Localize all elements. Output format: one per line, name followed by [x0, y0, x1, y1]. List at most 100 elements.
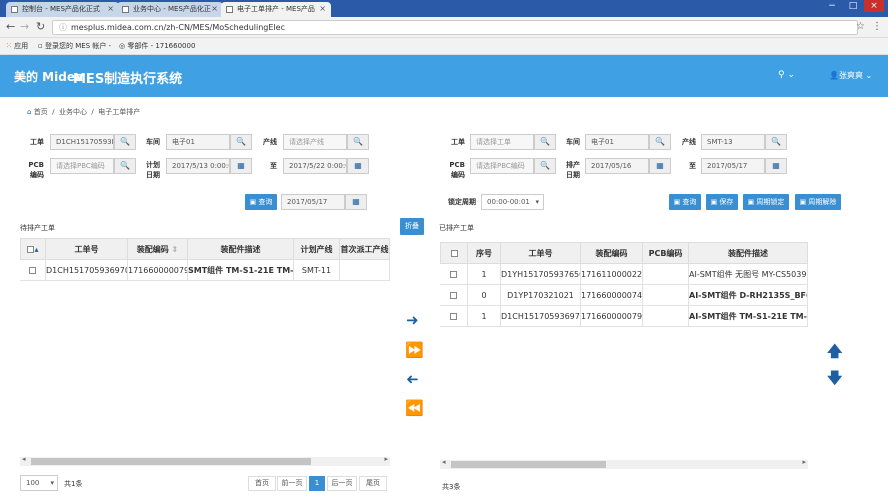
col-plan-line[interactable]: 计划产线	[294, 238, 340, 260]
reload-icon[interactable]: ↻	[36, 20, 45, 34]
calendar-icon[interactable]: ▦	[230, 158, 252, 174]
scroll-right-icon[interactable]: ▸	[802, 458, 806, 466]
url-input[interactable]: ⓘ mesplus.midea.com.cn/zh-CN/MES/MoSched…	[52, 20, 858, 35]
bookmark-login[interactable]: ▫ 登录您的 MES 帐户 -	[38, 41, 111, 51]
search-icon[interactable]: 🔍	[534, 134, 556, 150]
bookmark-star-icon[interactable]: ☆	[856, 20, 865, 34]
cell-seq: 0	[468, 285, 501, 306]
query-date-input[interactable]: 2017/05/17	[281, 194, 345, 210]
maximize-window-icon[interactable]: □	[843, 0, 863, 12]
pager-last[interactable]: 尾页	[359, 476, 387, 491]
calendar-icon[interactable]: ▦	[649, 158, 671, 174]
col-first-dispatch-line[interactable]: 首次派工产线	[340, 238, 390, 260]
breadcrumb-home[interactable]: 首页	[34, 108, 48, 116]
browser-tab-scheduling[interactable]: 电子工单排产 - MES产品 ×	[221, 2, 331, 17]
search-icon[interactable]: 🔍	[114, 158, 136, 174]
browser-tab-business[interactable]: 业务中心 - MES产品化正 ×	[117, 2, 223, 17]
pager-first[interactable]: 首页	[248, 476, 276, 491]
close-tab-icon[interactable]: ×	[319, 4, 326, 13]
period-lock-button[interactable]: ▣ 周期锁定	[743, 194, 789, 210]
row-checkbox[interactable]	[440, 306, 468, 327]
back-arrow-icon[interactable]: ←	[6, 20, 15, 34]
col-pcb-code[interactable]: PCB编码	[643, 242, 689, 264]
search-icon[interactable]: 🔍	[347, 134, 369, 150]
close-tab-icon[interactable]: ×	[211, 4, 218, 13]
right-workshop-label: 车间	[566, 138, 580, 146]
pager-next[interactable]: 后一页	[327, 476, 357, 491]
forward-arrow-icon[interactable]: →	[20, 20, 29, 34]
pager-current-page[interactable]: 1	[309, 476, 325, 491]
move-all-right-icon[interactable]: ⏩	[405, 343, 424, 358]
col-order-no[interactable]: 工单号	[46, 238, 128, 260]
col-assembly-desc[interactable]: 装配件描述	[689, 242, 808, 264]
right-order-input[interactable]: 请选择工单	[470, 134, 534, 150]
browser-tab-console[interactable]: 控制台 - MES产品化正式 ×	[6, 2, 119, 17]
right-pcb-input[interactable]: 请选择PBC编码	[470, 158, 534, 174]
calendar-icon[interactable]: ▦	[765, 158, 787, 174]
sched-date-to-input[interactable]: 2017/05/17	[701, 158, 765, 174]
location-pin-icon[interactable]: ⚲ ⌄	[778, 70, 795, 80]
scroll-right-icon[interactable]: ▸	[384, 455, 388, 463]
right-query-button[interactable]: ▣ 查询	[669, 194, 701, 210]
line-input[interactable]: 请选择产线	[283, 134, 347, 150]
bookmark-parts[interactable]: ◎ 零部件 - 171660000	[119, 41, 195, 51]
search-icon[interactable]: 🔍	[534, 158, 556, 174]
move-all-left-icon[interactable]: ⏪	[405, 401, 424, 416]
user-menu[interactable]: 👤张爽爽 ⌄	[829, 70, 872, 81]
plan-date-from-input[interactable]: 2017/5/13 0:00:0	[166, 158, 230, 174]
cell-assembly-code: 17166000007943	[128, 260, 188, 281]
search-icon: ▣	[673, 198, 681, 206]
col-assembly-code[interactable]: 装配编码	[581, 242, 643, 264]
pcb-input[interactable]: 请选择PBC编码	[50, 158, 114, 174]
order-input[interactable]: D1CH15170593E	[50, 134, 114, 150]
left-query-button[interactable]: ▣ 查询	[245, 194, 277, 210]
minimize-window-icon[interactable]: −	[822, 0, 842, 12]
scroll-left-icon[interactable]: ◂	[22, 455, 26, 463]
sched-date-from-input[interactable]: 2017/05/16	[585, 158, 649, 174]
right-line-input[interactable]: SMT-13	[701, 134, 765, 150]
move-right-icon[interactable]: ➜	[406, 313, 419, 328]
search-icon[interactable]: 🔍	[649, 134, 671, 150]
move-left-icon[interactable]: ➜	[406, 370, 419, 388]
search-icon[interactable]: 🔍	[765, 134, 787, 150]
save-button[interactable]: ▣ 保存	[706, 194, 738, 210]
scrollbar-thumb[interactable]	[31, 458, 311, 465]
caret-down-icon: ▾	[535, 198, 539, 206]
row-checkbox[interactable]	[440, 285, 468, 306]
calendar-icon[interactable]: ▦	[347, 158, 369, 174]
search-icon[interactable]: 🔍	[230, 134, 252, 150]
col-seq[interactable]: 序号	[468, 242, 501, 264]
period-unlock-button[interactable]: ▣ 周期解除	[795, 194, 841, 210]
scroll-left-icon[interactable]: ◂	[442, 458, 446, 466]
select-all-checkbox[interactable]: ▴	[20, 238, 46, 260]
cell-pcb-code	[643, 285, 689, 306]
right-workshop-input[interactable]: 电子01	[585, 134, 649, 150]
select-all-checkbox[interactable]	[440, 242, 468, 264]
lock-period-select[interactable]: 00:00-00:01 ▾	[481, 194, 544, 210]
pager-prev[interactable]: 前一页	[277, 476, 307, 491]
workshop-input[interactable]: 电子01	[166, 134, 230, 150]
browser-menu-icon[interactable]: ⋮	[872, 20, 882, 34]
move-up-icon[interactable]: 🡅	[827, 344, 842, 359]
close-tab-icon[interactable]: ×	[107, 4, 114, 13]
row-checkbox[interactable]	[440, 264, 468, 285]
row-checkbox[interactable]	[20, 260, 46, 281]
bookmark-apps[interactable]: ⁙ 应用	[6, 41, 28, 51]
calendar-icon[interactable]: ▦	[345, 194, 367, 210]
left-horizontal-scrollbar[interactable]: ◂ ▸	[20, 455, 390, 466]
scrollbar-thumb[interactable]	[451, 461, 606, 468]
col-assembly-desc[interactable]: 装配件描述	[188, 238, 294, 260]
plan-date-to-input[interactable]: 2017/5/22 0:00:0	[283, 158, 347, 174]
close-window-icon[interactable]: ×	[864, 0, 884, 12]
col-order-no[interactable]: 工单号	[501, 242, 581, 264]
right-horizontal-scrollbar[interactable]: ◂ ▸	[440, 458, 808, 469]
cell-pcb-code	[643, 306, 689, 327]
fold-button[interactable]: 折叠	[400, 218, 424, 235]
breadcrumb-business[interactable]: 业务中心	[59, 108, 87, 116]
page-size-select[interactable]: 100 ▾	[20, 475, 58, 491]
search-icon[interactable]: 🔍	[114, 134, 136, 150]
address-bar-row: ← → ↻ ⓘ mesplus.midea.com.cn/zh-CN/MES/M…	[0, 17, 888, 38]
move-down-icon[interactable]: 🡇	[827, 371, 842, 386]
plan-date-label: 计划 日期	[146, 161, 160, 179]
col-assembly-code[interactable]: 装配编码 ⇕	[128, 238, 188, 260]
